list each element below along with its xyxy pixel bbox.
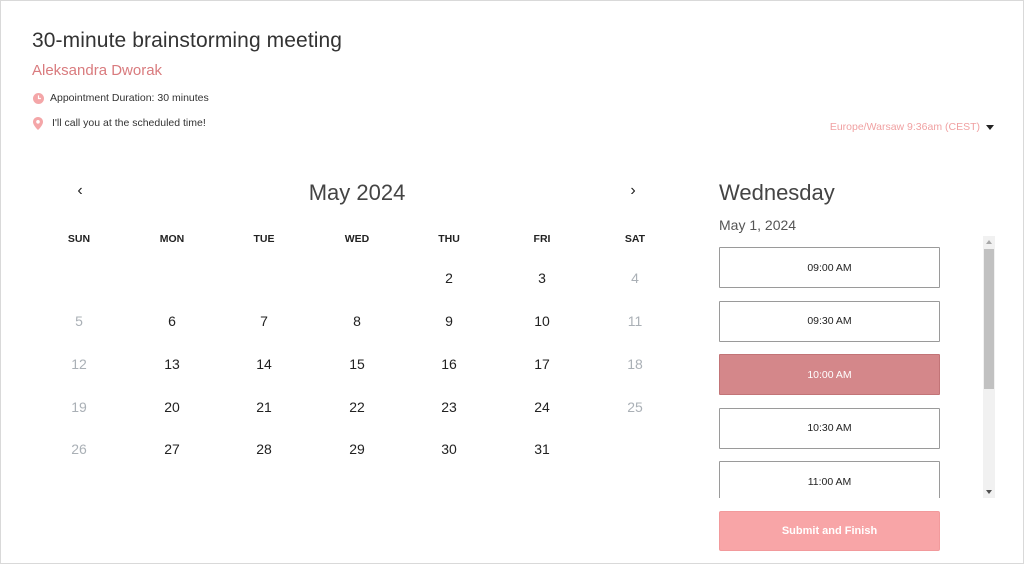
host-name: Aleksandra Dworak bbox=[32, 62, 163, 79]
calendar-day-16[interactable]: 16 bbox=[403, 343, 495, 385]
calendar-day-14[interactable]: 14 bbox=[218, 343, 310, 385]
time-slot-button[interactable]: 09:00 AM bbox=[719, 247, 940, 288]
calendar-day-24[interactable]: 24 bbox=[496, 386, 588, 428]
calendar-day-20[interactable]: 20 bbox=[126, 386, 218, 428]
scroll-up-arrow-icon[interactable] bbox=[986, 240, 992, 244]
calendar-day-9[interactable]: 9 bbox=[403, 300, 495, 342]
calendar-day-8[interactable]: 8 bbox=[311, 300, 403, 342]
chevron-down-icon bbox=[986, 124, 994, 130]
calendar-day-1[interactable]: 1 bbox=[311, 257, 407, 301]
prev-month-button[interactable]: ‹ bbox=[70, 182, 90, 200]
calendar-day-15[interactable]: 15 bbox=[311, 343, 403, 385]
scroll-down-arrow-icon[interactable] bbox=[986, 490, 992, 494]
calendar-day-6[interactable]: 6 bbox=[126, 300, 218, 342]
calendar-day-28[interactable]: 28 bbox=[218, 428, 310, 470]
time-slot-list[interactable]: 09:00 AM 09:30 AM 10:00 AM 10:30 AM 11:00 AM bbox=[718, 236, 996, 498]
calendar-day-10[interactable]: 10 bbox=[496, 300, 588, 342]
calendar-day-29[interactable]: 29 bbox=[311, 428, 403, 470]
weekday-header-fri: FRI bbox=[533, 233, 551, 245]
location-info: I'll call you at the scheduled time! bbox=[32, 116, 206, 130]
time-slot-button[interactable]: 10:00 AM bbox=[719, 354, 940, 395]
next-month-button[interactable]: › bbox=[623, 182, 643, 200]
time-slot-button[interactable]: 11:00 AM bbox=[719, 461, 940, 498]
clock-icon bbox=[32, 92, 44, 104]
month-label: May 2024 bbox=[308, 180, 406, 205]
duration-info: Appointment Duration: 30 minutes bbox=[32, 92, 209, 104]
calendar-day-19: 19 bbox=[71, 399, 87, 415]
calendar-day-11: 11 bbox=[627, 313, 643, 329]
calendar-day-7[interactable]: 7 bbox=[218, 300, 310, 342]
submit-and-finish-button[interactable]: Submit and Finish bbox=[719, 511, 940, 551]
selected-weekday: Wednesday bbox=[719, 180, 835, 205]
calendar-day-22[interactable]: 22 bbox=[311, 386, 403, 428]
map-pin-icon bbox=[32, 116, 44, 130]
weekday-header-thu: THU bbox=[438, 233, 460, 245]
calendar-day-5: 5 bbox=[75, 313, 83, 329]
calendar-day-31[interactable]: 31 bbox=[496, 428, 588, 470]
selected-date: May 1, 2024 bbox=[719, 217, 797, 233]
slot-list-scrollbar[interactable] bbox=[983, 236, 995, 498]
duration-text: Appointment Duration: 30 minutes bbox=[50, 92, 209, 104]
location-text: I'll call you at the scheduled time! bbox=[52, 117, 206, 129]
weekday-header-sun: SUN bbox=[67, 233, 91, 245]
calendar-day-23[interactable]: 23 bbox=[403, 386, 495, 428]
calendar-day-26: 26 bbox=[71, 441, 87, 457]
timezone-dropdown[interactable]: Europe/Warsaw 9:36am (CEST) bbox=[830, 121, 994, 133]
calendar-day-3[interactable]: 3 bbox=[496, 257, 588, 299]
calendar-day-27[interactable]: 27 bbox=[126, 428, 218, 470]
time-slot-button[interactable]: 10:30 AM bbox=[719, 407, 940, 449]
weekday-header-wed: WED bbox=[344, 233, 370, 245]
calendar-day-4: 4 bbox=[631, 270, 639, 286]
calendar-day-17[interactable]: 17 bbox=[496, 343, 588, 385]
page-title: 30-minute brainstorming meeting bbox=[32, 29, 343, 52]
calendar-day-25: 25 bbox=[627, 399, 643, 415]
weekday-header-sat: SAT bbox=[624, 233, 646, 245]
calendar-day-13[interactable]: 13 bbox=[126, 343, 218, 385]
time-slot-button[interactable]: 09:30 AM bbox=[719, 300, 940, 342]
calendar-day-18: 18 bbox=[627, 356, 643, 372]
calendar-day-12: 12 bbox=[71, 356, 87, 372]
calendar-day-21[interactable]: 21 bbox=[218, 386, 310, 428]
weekday-header-mon: MON bbox=[159, 233, 185, 245]
timezone-label: Europe/Warsaw 9:36am (CEST) bbox=[829, 121, 980, 133]
calendar-day-30[interactable]: 30 bbox=[403, 428, 495, 470]
calendar-day-2[interactable]: 2 bbox=[403, 257, 495, 299]
weekday-header-tue: TUE bbox=[253, 233, 275, 245]
scrollbar-thumb[interactable] bbox=[984, 249, 994, 389]
